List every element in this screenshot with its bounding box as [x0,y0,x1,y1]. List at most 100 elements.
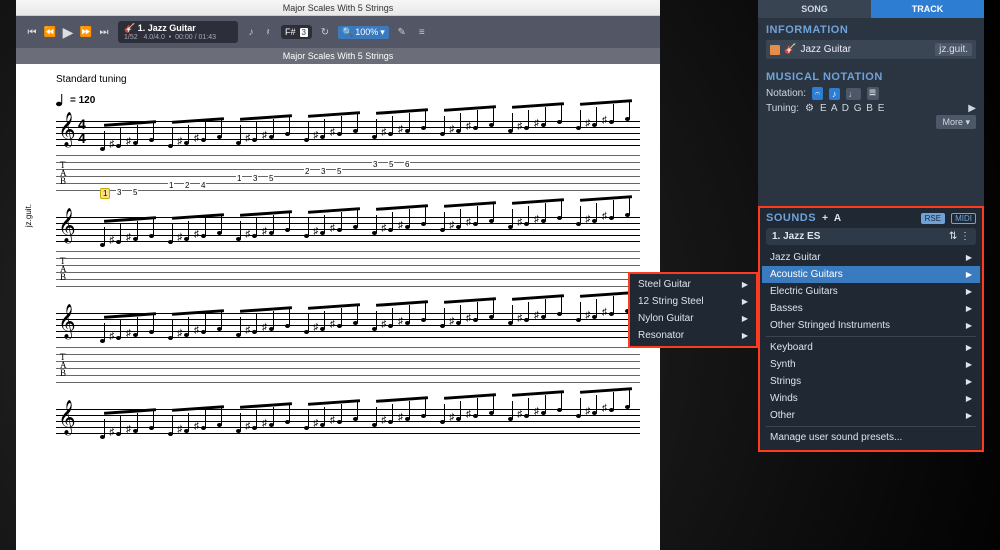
track-info-box[interactable]: 🎸 1. Jazz Guitar 1/52 4.0/4.0 • 00:00 / … [118,21,238,43]
tab-fret-number[interactable]: 6 [404,160,410,169]
sound-category-item[interactable]: Winds▶ [762,390,980,407]
notation-toggle-row: Notation: 𝄐 ♪ ♩ 𝄜 [766,87,976,100]
tab-fret-number[interactable]: 5 [132,188,138,197]
window-title: Major Scales With 5 Strings [16,0,660,16]
note-icon[interactable]: ♪ [244,25,258,39]
brush-icon[interactable]: ✎ [395,25,409,39]
transport-controls: ⏮ ⏪ ▶ ⏩ ⏭ [24,24,112,40]
guitar-icon: 🎸 [784,44,796,55]
time-signature-display: 4 4 [78,117,86,145]
tab-fret-number[interactable]: 5 [336,167,342,176]
sound-category-item[interactable]: Strings▶ [762,373,980,390]
tuning-row: Tuning: ⚙ E A D G B E ▶ [766,103,976,114]
current-track-label: 1. Jazz Guitar [138,23,196,33]
sound-category-item[interactable]: Manage user sound presets... [762,429,980,446]
tab-notation-toggle[interactable]: 𝄜 [867,87,879,100]
midi-toggle[interactable]: MIDI [951,213,976,224]
skip-end-icon[interactable]: ⏭ [96,24,112,40]
standard-staff: 𝄞 4 4 ♯♯♯♯♯♯♯♯♯♯♯♯♯♯♯♯ [56,113,640,149]
rse-toggle[interactable]: RSE [921,213,945,224]
slash-notation-toggle[interactable]: 𝄐 [812,87,823,100]
inspector-tabs: SONG TRACK [758,0,984,18]
standard-notation-toggle[interactable]: ♪ [829,88,840,100]
quarter-note-icon [56,93,66,107]
tab-fret-number[interactable]: 3 [320,167,326,176]
loop-icon[interactable]: ↻ [318,25,332,39]
tab-fret-number[interactable]: 1 [168,181,174,190]
track-inspector-panel: SONG TRACK INFORMATION 🎸 Jazz Guitar jz.… [758,0,984,206]
fastfwd-icon[interactable]: ⏩ [78,24,94,40]
sound-submenu-item[interactable]: Nylon Guitar▶ [630,310,756,327]
tempo-value: 120 [79,95,96,106]
play-icon[interactable]: ▶ [60,24,76,40]
sound-category-item[interactable]: Other Stringed Instruments▶ [762,317,980,334]
kebab-icon[interactable]: ⋮ [960,231,970,242]
sound-category-item[interactable]: Other▶ [762,407,980,424]
sound-category-item[interactable]: Keyboard▶ [762,339,980,356]
sounds-header: SOUNDS + A RSE MIDI [760,208,982,228]
display-toggles: ♪ 𝄽 [244,25,275,39]
sound-category-item[interactable]: Acoustic Guitars▶ [762,266,980,283]
sounds-category-menu: Jazz Guitar▶Acoustic Guitars▶Electric Gu… [760,249,982,450]
skip-start-icon[interactable]: ⏮ [24,24,40,40]
treble-clef-icon: 𝄞 [58,113,76,147]
tab-fret-number[interactable]: 5 [268,174,274,183]
track-color-swatch[interactable] [770,45,780,55]
sound-category-item[interactable]: Jazz Guitar▶ [762,249,980,266]
chevron-down-icon: ▾ [380,27,385,38]
zoom-icon: 🔍 [342,27,353,38]
slash-icon[interactable]: 𝄽 [261,25,275,39]
staff-system: 𝄞 4 4 ♯♯♯♯♯♯♯♯♯♯♯♯♯♯♯♯ TAB 1351241352353… [56,113,640,195]
tab-fret-number[interactable]: 2 [304,167,310,176]
tuning-label: Tuning: [766,103,799,114]
sound-category-item[interactable]: Basses▶ [762,300,980,317]
menu-icon[interactable]: ≡ [415,25,429,39]
chevron-right-icon[interactable]: ▶ [968,103,976,114]
fret-note: F# [285,27,296,37]
fret-display[interactable]: F# 3 [281,25,312,39]
score-area[interactable]: jz.guit. Standard tuning ♩ = = 120 𝄞 4 4… [16,64,660,550]
track-abbrev-field[interactable]: jz.guit. [935,43,972,56]
tab-song[interactable]: SONG [758,0,871,18]
zoom-control[interactable]: 🔍 100% ▾ [338,26,389,39]
tab-track[interactable]: TRACK [871,0,984,18]
tab-fret-number[interactable]: 4 [200,181,206,190]
tab-fret-number[interactable]: 2 [184,181,190,190]
add-sound-icon[interactable]: + [822,213,828,224]
sound-category-item[interactable]: Synth▶ [762,356,980,373]
more-button[interactable]: More ▾ [936,115,976,129]
tab-clef: TAB [60,161,67,185]
more-button-row: More ▾ [766,117,976,128]
time-signature: 4.0/4.0 [143,34,164,41]
sound-submenu-item[interactable]: 12 String Steel▶ [630,293,756,310]
automation-letter[interactable]: A [834,213,841,224]
tab-staff: TAB 135124135235356 [56,151,640,195]
track-abbrev-label: jz.guit. [24,204,33,227]
zoom-value: 100% [355,27,378,37]
time-position: 00:00 / 01:43 [175,34,216,41]
sounds-submenu: Steel Guitar▶12 String Steel▶Nylon Guita… [628,272,758,348]
tab-fret-number[interactable]: 3 [116,188,122,197]
tuning-text: Standard tuning [56,74,640,85]
track-name-field[interactable]: Jazz Guitar [800,44,931,55]
sound-category-item[interactable]: Electric Guitars▶ [762,283,980,300]
page-title-bar: Major Scales With 5 Strings [16,48,660,64]
tab-fret-number[interactable]: 1 [236,174,242,183]
sounds-panel: SOUNDS + A RSE MIDI 1. Jazz ES ⇅ ⋮ Jazz … [758,206,984,452]
gear-icon[interactable]: ⚙ [805,103,814,114]
updown-icon: ⇅ [949,231,957,242]
tuning-value[interactable]: E A D G B E [820,103,885,114]
sound-submenu-item[interactable]: Resonator▶ [630,327,756,344]
tab-fret-number[interactable]: 1 [100,188,110,199]
rewind-icon[interactable]: ⏪ [42,24,58,40]
tab-fret-number[interactable]: 3 [372,160,378,169]
tab-fret-number[interactable]: 5 [388,160,394,169]
track-info-row[interactable]: 🎸 Jazz Guitar jz.guit. [766,40,976,59]
app-window: Major Scales With 5 Strings ⏮ ⏪ ▶ ⏩ ⏭ 🎸 … [16,0,660,550]
rhythm-notation-toggle[interactable]: ♩ [846,88,861,100]
current-sound-selector[interactable]: 1. Jazz ES ⇅ ⋮ [766,228,976,245]
sound-submenu-item[interactable]: Steel Guitar▶ [630,276,756,293]
toolbar: ⏮ ⏪ ▶ ⏩ ⏭ 🎸 1. Jazz Guitar 1/52 4.0/4.0 … [16,16,660,48]
fret-number: 3 [300,28,308,37]
tab-fret-number[interactable]: 3 [252,174,258,183]
